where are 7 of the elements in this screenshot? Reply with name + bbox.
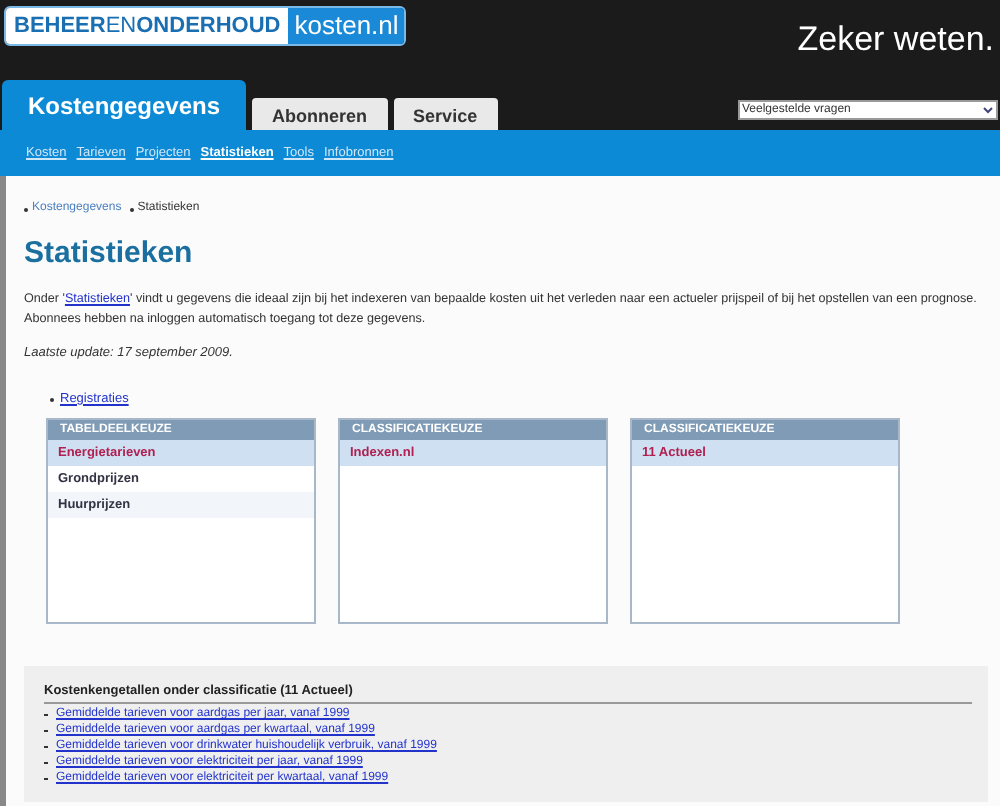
nav-tab[interactable]: Abonneren bbox=[252, 98, 388, 130]
page-heading: Statistieken bbox=[24, 236, 195, 272]
tagline: Zeker weten. bbox=[797, 18, 996, 62]
nav-tab[interactable]: Kostengegevens bbox=[2, 80, 247, 130]
nav-tab[interactable]: Service bbox=[393, 98, 498, 130]
site-logo[interactable]: BEHEERENONDERHOUD kosten.nl bbox=[4, 6, 407, 46]
caret-icon bbox=[982, 104, 994, 116]
